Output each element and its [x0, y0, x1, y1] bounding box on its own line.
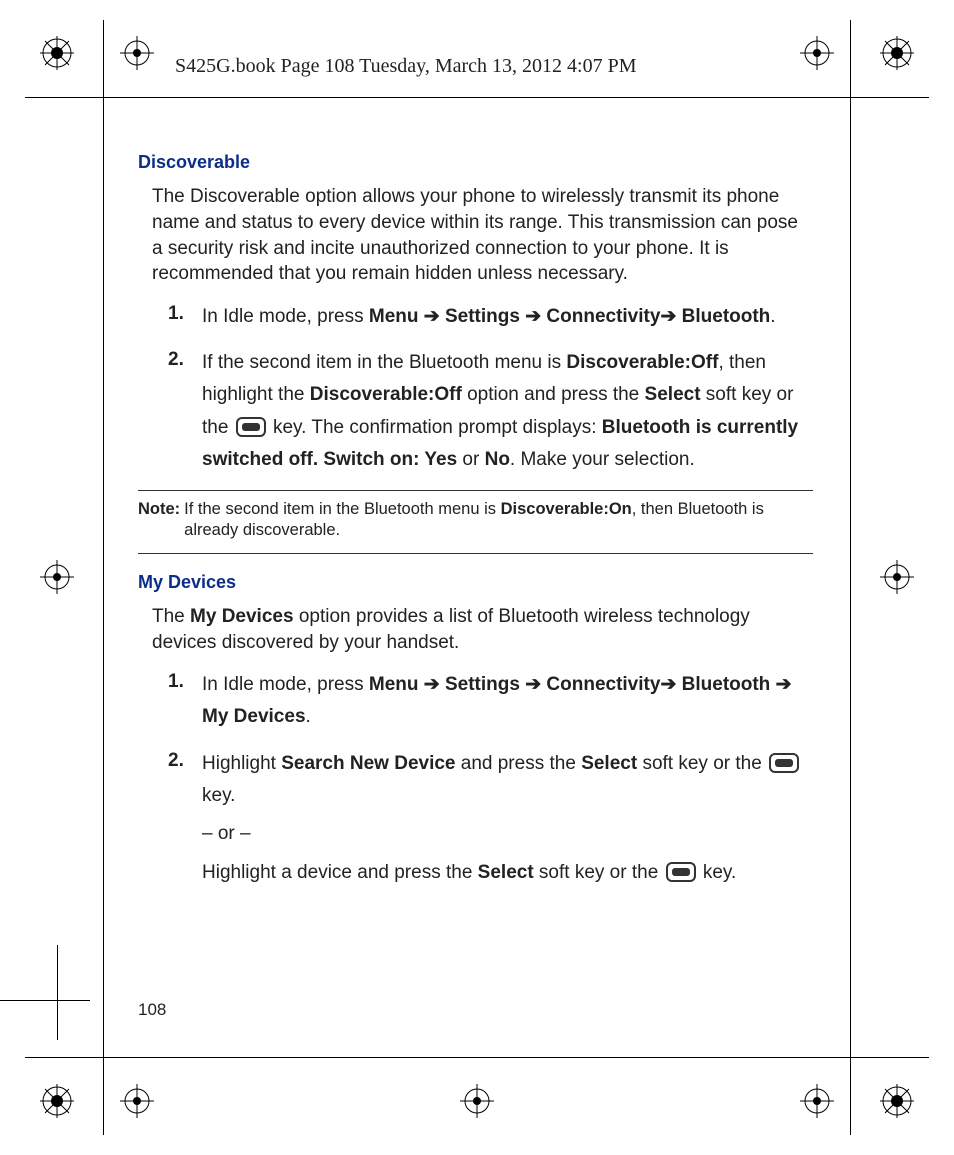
center-key-icon: [666, 862, 696, 882]
text: option and press the: [462, 384, 645, 405]
cropmark-mid-left: [40, 560, 74, 599]
regmark-top-right: [880, 36, 914, 70]
text: Highlight: [202, 753, 281, 774]
mydevices-label: My Devices: [202, 706, 306, 727]
list-item: 2. If the second item in the Bluetooth m…: [168, 347, 813, 476]
text: If the second item in the Bluetooth menu…: [184, 500, 500, 518]
text: Highlight a device and press the Select …: [202, 857, 813, 889]
cropmark-bottom-left: [120, 1084, 154, 1123]
arrow-icon: ➔: [418, 674, 444, 695]
note-body: If the second item in the Bluetooth menu…: [184, 499, 813, 540]
list-item: 1. In Idle mode, press Menu ➔ Settings ➔…: [168, 669, 813, 734]
text: soft key or the: [637, 753, 767, 774]
text: In Idle mode, press: [202, 306, 369, 327]
text: key. The confirmation prompt displays:: [268, 417, 602, 438]
menu-label: Menu: [369, 306, 419, 327]
step-body: Highlight Search New Device and press th…: [202, 748, 813, 889]
divider: [138, 553, 813, 554]
step-body: If the second item in the Bluetooth menu…: [202, 347, 813, 476]
crop-tick: [57, 945, 58, 1040]
arrow-icon: ➔: [660, 674, 681, 695]
step-body: In Idle mode, press Menu ➔ Settings ➔ Co…: [202, 669, 813, 734]
center-key-icon: [769, 753, 799, 773]
cropmark-header-left: [120, 36, 154, 75]
menu-label: Menu: [369, 674, 419, 695]
arrow-icon: ➔: [520, 306, 546, 327]
cropmark-header-right: [800, 36, 834, 75]
no-label: No: [485, 449, 510, 470]
crop-tick: [0, 1000, 90, 1001]
regmark-top-left: [40, 36, 74, 70]
discoverable-on-label: Discoverable:On: [501, 500, 632, 518]
bluetooth-label: Bluetooth: [682, 306, 771, 327]
page-content: Discoverable The Discoverable option all…: [138, 150, 813, 903]
discoverable-off-label: Discoverable:Off: [310, 384, 462, 405]
list-item: 1. In Idle mode, press Menu ➔ Settings ➔…: [168, 301, 813, 333]
settings-label: Settings: [445, 306, 520, 327]
step-number: 1.: [168, 301, 202, 333]
list-item: 2. Highlight Search New Device and press…: [168, 748, 813, 889]
mydevices-label: My Devices: [190, 606, 294, 627]
center-key-icon: [236, 417, 266, 437]
note-block: Note: If the second item in the Bluetoot…: [138, 499, 813, 540]
cropmark-mid-right: [880, 560, 914, 599]
search-new-device-label: Search New Device: [281, 753, 455, 774]
page-number: 108: [138, 1000, 166, 1020]
frame-line-right: [850, 20, 851, 1135]
divider: [138, 490, 813, 491]
regmark-bottom-right: [880, 1084, 914, 1118]
arrow-icon: ➔: [418, 306, 444, 327]
section-heading-discoverable: Discoverable: [138, 150, 813, 174]
discoverable-steps: 1. In Idle mode, press Menu ➔ Settings ➔…: [168, 301, 813, 476]
text: key.: [698, 862, 737, 883]
arrow-icon: ➔: [770, 674, 791, 695]
mydevices-intro: The My Devices option provides a list of…: [152, 604, 813, 655]
mydevices-steps: 1. In Idle mode, press Menu ➔ Settings ➔…: [168, 669, 813, 889]
arrow-icon: ➔: [520, 674, 546, 695]
select-label: Select: [581, 753, 637, 774]
text: soft key or the: [534, 862, 664, 883]
text: or: [457, 449, 484, 470]
step-number: 2.: [168, 748, 202, 889]
step-number: 1.: [168, 669, 202, 734]
text: The: [152, 606, 190, 627]
arrow-icon: ➔: [660, 306, 681, 327]
frame-line-left: [103, 20, 104, 1135]
select-label: Select: [478, 862, 534, 883]
or-separator: – or –: [202, 818, 813, 850]
text: In Idle mode, press: [202, 674, 369, 695]
step-body: In Idle mode, press Menu ➔ Settings ➔ Co…: [202, 301, 813, 333]
text: and press the: [455, 753, 581, 774]
print-header: S425G.book Page 108 Tuesday, March 13, 2…: [175, 55, 637, 78]
select-label: Select: [645, 384, 701, 405]
note-label: Note:: [138, 499, 180, 540]
connectivity-label: Connectivity: [546, 306, 660, 327]
connectivity-label: Connectivity: [546, 674, 660, 695]
text: Highlight a device and press the: [202, 862, 478, 883]
bluetooth-label: Bluetooth: [682, 674, 771, 695]
discoverable-intro: The Discoverable option allows your phon…: [152, 184, 813, 287]
settings-label: Settings: [445, 674, 520, 695]
step-number: 2.: [168, 347, 202, 476]
section-heading-mydevices: My Devices: [138, 570, 813, 594]
cropmark-bottom-right: [800, 1084, 834, 1123]
frame-line-bottom: [25, 1057, 929, 1058]
text: . Make your selection.: [510, 449, 695, 470]
regmark-bottom-left: [40, 1084, 74, 1118]
discoverable-off-label: Discoverable:Off: [566, 352, 718, 373]
text: .: [770, 306, 775, 327]
frame-line-top: [25, 97, 929, 98]
text: .: [306, 706, 311, 727]
cropmark-bottom-center: [460, 1084, 494, 1123]
text: key.: [202, 785, 235, 806]
text: If the second item in the Bluetooth menu…: [202, 352, 566, 373]
